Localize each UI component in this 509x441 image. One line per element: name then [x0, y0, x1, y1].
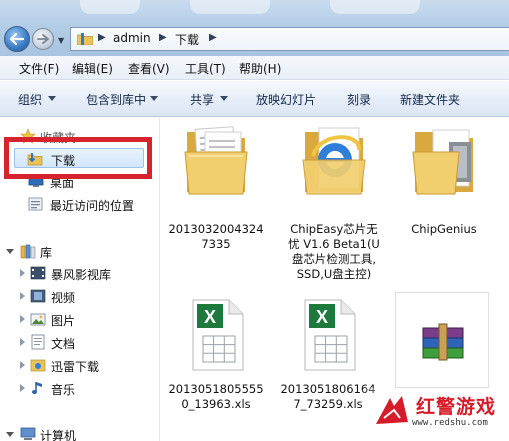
file-name: ChipEasy芯片无 忧 V1.6 Beta1(U 盘芯片检测工具, SSD,… [288, 222, 380, 281]
breadcrumb-separator[interactable]: ▶ [209, 32, 217, 43]
file-item[interactable]: ChipEasy芯片无 忧 V1.6 Beta1(U 盘芯片检测工具, SSD,… [279, 122, 389, 292]
file-item[interactable]: 2013032004324 7335 [161, 122, 271, 252]
slideshow-button[interactable]: 放映幻灯片 [256, 91, 316, 108]
breadcrumb-separator[interactable]: ▶ [159, 32, 167, 43]
music-note-icon [32, 382, 42, 394]
pictures-icon [30, 313, 46, 326]
nav-libraries[interactable]: 库 [0, 241, 158, 261]
file-item[interactable]: X 2013051805555 0_13963.xls [161, 298, 271, 418]
nav-recent-places[interactable]: 最近访问的位置 [0, 194, 158, 214]
file-name: 2013032004324 7335 [168, 222, 264, 251]
window-title-area: ▼ ▶ admin ▶ 下载 ▶ [0, 0, 509, 56]
share-dropdown-caret[interactable] [220, 96, 228, 101]
expand-arrow-icon[interactable] [20, 292, 25, 300]
menu-help[interactable]: 帮助(H) [239, 60, 281, 77]
nav-music[interactable]: 音乐 [0, 378, 158, 398]
site-watermark: 红警游戏 www.redshu.com [360, 388, 509, 441]
forward-button[interactable] [32, 28, 54, 50]
aero-glow [190, 0, 270, 14]
documents-icon [31, 334, 45, 350]
library-icon [20, 244, 36, 259]
highlight-annotation-box [4, 137, 152, 179]
folder-icon [412, 129, 473, 195]
expand-arrow-icon[interactable] [6, 432, 14, 437]
menu-edit[interactable]: 编辑(E) [72, 60, 113, 77]
expand-arrow-icon[interactable] [20, 315, 25, 323]
aero-glow [80, 0, 140, 14]
videos-icon [30, 289, 46, 303]
brand-logo-icon [376, 396, 408, 424]
watermark-url: www.redshu.com [412, 418, 488, 428]
video-library-icon [30, 266, 46, 280]
include-dropdown-caret[interactable] [150, 96, 158, 101]
nav-computer[interactable]: 计算机 [0, 424, 158, 441]
nav-documents[interactable]: 文档 [0, 332, 158, 352]
nav-xunlei-downloads[interactable]: 迅雷下载 [0, 355, 158, 375]
breadcrumb-admin[interactable]: admin [113, 31, 151, 45]
nav-pictures[interactable]: 图片 [0, 309, 158, 329]
svg-text:X: X [204, 307, 216, 327]
nav-videos[interactable]: 视频 [0, 286, 158, 306]
svg-text:X: X [316, 307, 328, 327]
excel-file-icon: X [192, 299, 244, 371]
expand-arrow-icon[interactable] [6, 249, 14, 254]
computer-icon [20, 427, 36, 440]
menu-tools[interactable]: 工具(T) [185, 60, 226, 77]
arrow-right-icon [37, 34, 49, 44]
organize-button[interactable]: 组织 [18, 91, 42, 108]
folder-ie-icon [302, 127, 366, 195]
excel-file-icon: X [304, 299, 356, 371]
menu-file[interactable]: 文件(F) [19, 60, 59, 77]
include-in-library-button[interactable]: 包含到库中 [86, 91, 146, 108]
organize-dropdown-caret[interactable] [48, 96, 56, 101]
breadcrumb-downloads[interactable]: 下载 [175, 31, 199, 48]
expand-arrow-icon[interactable] [20, 269, 25, 277]
folder-icon [77, 33, 93, 45]
new-folder-button[interactable]: 新建文件夹 [400, 91, 460, 108]
file-name: ChipGenius [411, 222, 477, 236]
file-item[interactable]: ChipGenius [389, 122, 499, 252]
winrar-archive-icon [422, 323, 464, 361]
address-bar[interactable]: ▶ admin ▶ 下载 ▶ [70, 27, 509, 51]
file-item[interactable] [393, 292, 503, 392]
menu-view[interactable]: 查看(V) [128, 60, 170, 77]
breadcrumb-separator[interactable]: ▶ [98, 32, 106, 43]
watermark-brand: 红警游戏 [416, 396, 497, 418]
xunlei-icon [30, 359, 46, 372]
expand-arrow-icon[interactable] [20, 361, 25, 369]
menu-bar: 文件(F) 编辑(E) 查看(V) 工具(T) 帮助(H) [0, 56, 509, 80]
recent-pages-dropdown[interactable]: ▼ [58, 36, 64, 45]
share-button[interactable]: 共享 [190, 91, 214, 108]
arrow-left-icon [10, 33, 24, 45]
nav-storm-library[interactable]: 暴风影视库 [0, 263, 158, 283]
aero-glow [330, 0, 420, 14]
back-button[interactable] [4, 26, 30, 52]
recent-places-icon [28, 197, 43, 211]
burn-button[interactable]: 刻录 [347, 91, 371, 108]
file-name: 2013051805555 0_13963.xls [168, 382, 264, 411]
command-bar: 组织 包含到库中 共享 放映幻灯片 刻录 新建文件夹 [0, 81, 509, 117]
expand-arrow-icon[interactable] [20, 384, 25, 392]
folder-icon [184, 126, 248, 195]
expand-arrow-icon[interactable] [20, 338, 25, 346]
